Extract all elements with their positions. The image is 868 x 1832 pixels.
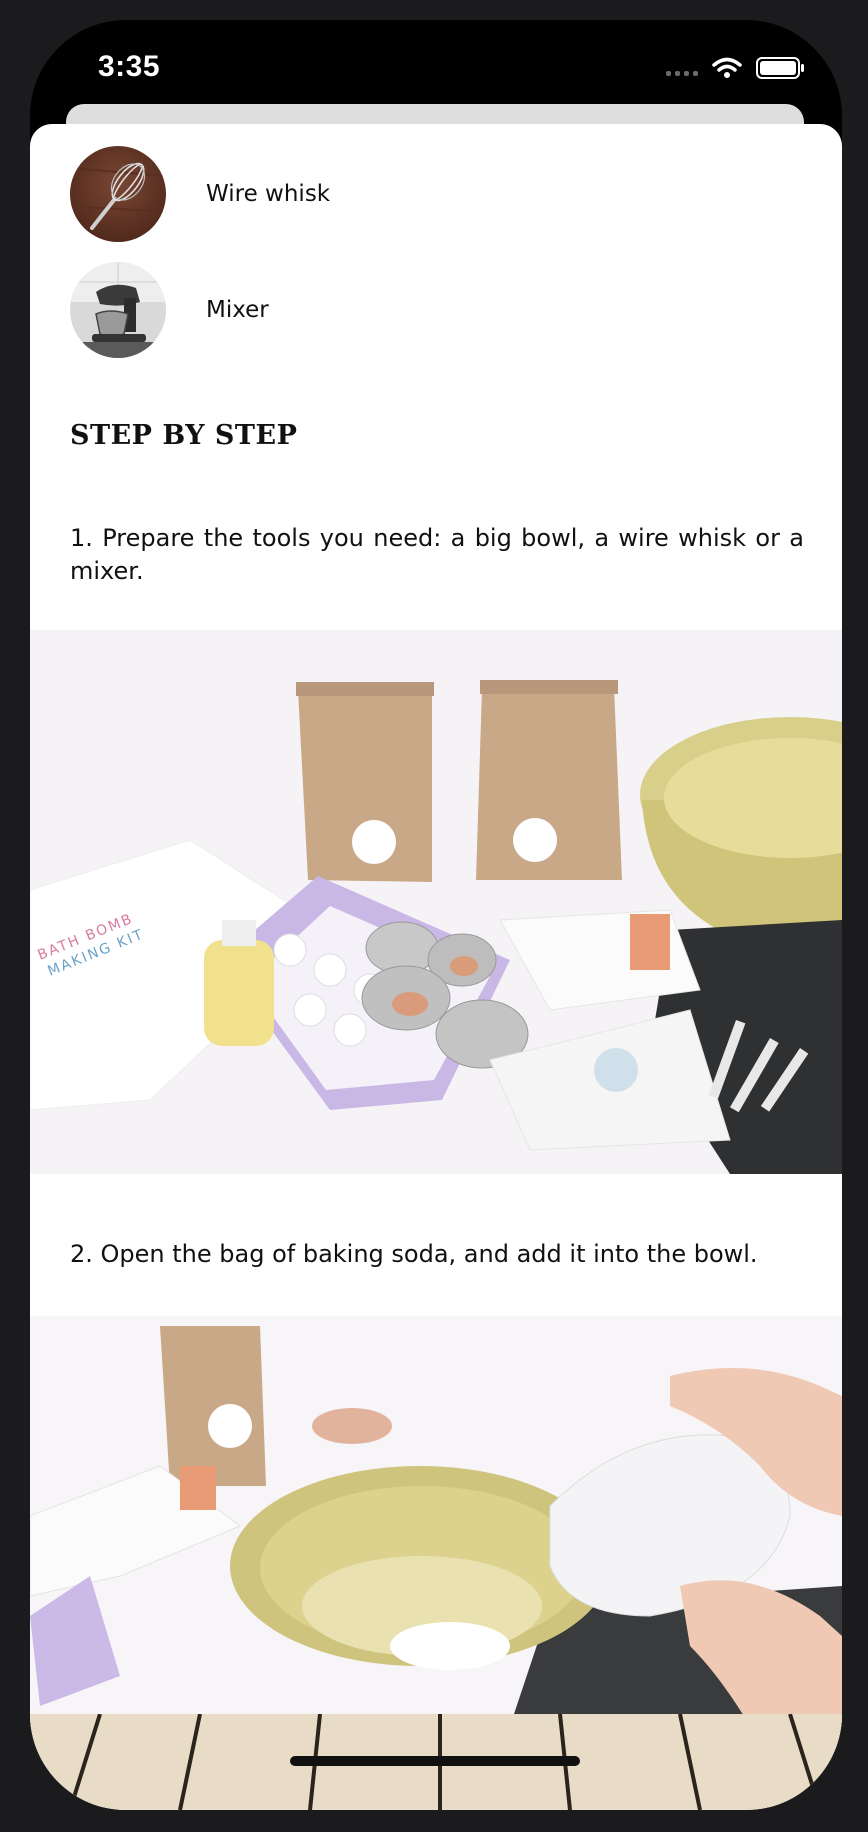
status-bar: 3:35	[30, 20, 842, 130]
home-indicator[interactable]	[290, 1756, 580, 1766]
content-sheet[interactable]: Wire whisk Mixer STEP BY STEP 1. Prepare…	[30, 124, 842, 1810]
wifi-icon	[712, 57, 742, 78]
tool-label: Mixer	[206, 297, 269, 323]
step-1-photo: BATH BOMB MAKING KIT	[30, 630, 842, 1174]
step-2-text: 2. Open the bag of baking soda, and add …	[70, 1240, 758, 1268]
status-icons	[666, 56, 806, 80]
mixer-icon	[70, 262, 166, 358]
section-heading: STEP BY STEP	[70, 420, 298, 451]
wire-whisk-icon	[70, 146, 166, 242]
cellular-signal-icon	[666, 60, 698, 76]
status-time: 3:35	[98, 50, 161, 83]
battery-icon	[756, 57, 804, 79]
device-frame: 3:35 Wire whisk Mixer STEP BY STEP 1. Pr…	[0, 0, 868, 1832]
tool-item-wire-whisk: Wire whisk	[70, 146, 330, 242]
tool-item-mixer: Mixer	[70, 262, 269, 358]
tool-label: Wire whisk	[206, 181, 331, 207]
step-1-text: 1. Prepare the tools you need: a big bow…	[70, 524, 804, 585]
phone-bezel: 3:35 Wire whisk Mixer STEP BY STEP 1. Pr…	[30, 20, 842, 1810]
step-2-photo	[30, 1316, 842, 1726]
